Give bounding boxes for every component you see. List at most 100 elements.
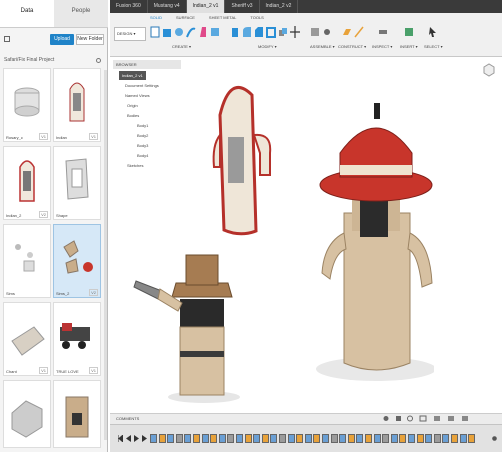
group-construct[interactable]: CONSTRUCT ▾ (338, 44, 366, 49)
offset-plane-icon[interactable] (342, 25, 352, 39)
timeline-feature-icon[interactable] (399, 434, 407, 443)
browser-item[interactable]: Body3 (137, 141, 148, 150)
combine-icon[interactable] (278, 25, 288, 39)
version-badge[interactable]: V1 (39, 367, 48, 374)
timeline-feature-icon[interactable] (330, 434, 338, 443)
timeline-feature-icon[interactable] (236, 434, 243, 443)
group-insert[interactable]: INSERT ▾ (400, 44, 418, 49)
timeline-feature-icon[interactable] (175, 434, 183, 443)
tab-tools[interactable]: TOOLS (250, 15, 264, 23)
joint-icon[interactable] (322, 25, 332, 39)
timeline-feature-icon[interactable] (270, 434, 278, 443)
new-sketch-icon[interactable] (150, 25, 160, 39)
browser-item[interactable]: Body4 (137, 151, 148, 160)
group-select[interactable]: SELECT ▾ (424, 44, 443, 49)
timeline-feature-icon[interactable] (227, 434, 235, 443)
tab-data[interactable]: Data (0, 0, 54, 27)
version-badge[interactable]: V2 (39, 211, 48, 218)
file-tile[interactable]: Indian V1 (53, 68, 101, 142)
doc-tab[interactable]: Sheriff v3 (225, 0, 260, 13)
timeline-feature-icon[interactable] (296, 434, 304, 443)
browser-item[interactable]: Bodies (127, 111, 139, 120)
upload-button[interactable]: Upload (50, 34, 74, 45)
model-cowboy[interactable] (132, 247, 250, 407)
file-tile[interactable]: Rosary_c V1 (3, 68, 51, 142)
doc-tab[interactable]: Indian_2 v2 (260, 0, 299, 13)
timeline-feature-icon[interactable] (244, 434, 252, 443)
timeline-feature-icon[interactable] (339, 434, 347, 443)
browser-title[interactable]: BROWSER (113, 60, 181, 69)
version-badge[interactable]: V1 (89, 133, 98, 140)
move-icon[interactable] (290, 25, 300, 39)
timeline-feature-icon[interactable] (382, 434, 390, 443)
doc-tab[interactable]: Mustang v4 (148, 0, 187, 13)
browser-item[interactable]: Document Settings (125, 81, 159, 90)
model-indian[interactable] (210, 75, 276, 240)
timeline-next-icon[interactable] (142, 435, 147, 442)
viewports-icon[interactable] (462, 416, 468, 421)
timeline-feature-icon[interactable] (313, 434, 321, 443)
extrude-icon[interactable] (162, 25, 172, 39)
timeline-feature-icon[interactable] (253, 434, 261, 443)
pan-icon[interactable] (396, 416, 401, 421)
grid-icon[interactable] (448, 416, 454, 421)
measure-icon[interactable] (378, 25, 388, 39)
timeline-feature-icon[interactable] (459, 434, 467, 443)
timeline-feature-icon[interactable] (287, 434, 295, 443)
timeline-feature-icon[interactable] (365, 434, 372, 443)
timeline-feature-icon[interactable] (468, 434, 476, 443)
new-component-icon[interactable] (310, 25, 320, 39)
loft-icon[interactable] (198, 25, 208, 39)
timeline-feature-icon[interactable] (373, 434, 381, 443)
doc-tab-active[interactable]: Indian_2 v1 (186, 0, 226, 13)
timeline-feature-icon[interactable] (150, 434, 157, 443)
timeline-feature-icon[interactable] (184, 434, 192, 443)
group-create[interactable]: CREATE ▾ (172, 44, 191, 49)
box-icon[interactable] (210, 25, 220, 39)
chamfer-icon[interactable] (254, 25, 264, 39)
timeline-feature-icon[interactable] (322, 434, 329, 443)
canvas-viewport[interactable]: BROWSER Indian_2 v1 Document Settings Na… (110, 57, 502, 424)
group-inspect[interactable]: INSPECT ▾ (372, 44, 392, 49)
breadcrumb-path[interactable]: Safari/Fix Final Project (4, 57, 54, 63)
sweep-icon[interactable] (186, 25, 196, 39)
data-panel-scrollbar[interactable] (104, 70, 107, 440)
fillet-icon[interactable] (242, 25, 252, 39)
version-badge[interactable]: V1 (39, 133, 48, 140)
group-modify[interactable]: MODIFY ▾ (258, 44, 277, 49)
timeline-feature-icon[interactable] (356, 434, 364, 443)
tab-people[interactable]: People (54, 0, 108, 27)
display-settings-icon[interactable] (434, 416, 440, 421)
doc-tab[interactable]: Fusion 360 (110, 0, 148, 13)
file-tile[interactable]: TRUE LOVE V1 (53, 302, 101, 376)
timeline-feature-icon[interactable] (210, 434, 218, 443)
file-tile[interactable]: Indian_2 V2 (3, 146, 51, 220)
tab-sheet-metal[interactable]: SHEET METAL (209, 15, 236, 23)
timeline-play-icon[interactable] (134, 435, 139, 442)
insert-image-icon[interactable] (404, 25, 414, 39)
model-sheriff[interactable] (314, 93, 434, 383)
timeline-feature-icon[interactable] (261, 434, 269, 443)
timeline-feature-icon[interactable] (390, 434, 398, 443)
timeline-feature-icon[interactable] (442, 434, 450, 443)
browser-item[interactable]: Body2 (137, 131, 148, 140)
timeline-feature-icon[interactable] (193, 434, 200, 443)
timeline-feature-icon[interactable] (218, 434, 226, 443)
new-folder-button[interactable]: New Folder (76, 34, 104, 45)
breadcrumb[interactable]: Safari/Fix Final Project (4, 54, 104, 66)
timeline-feature-icon[interactable] (201, 434, 209, 443)
timeline-feature-icon[interactable] (425, 434, 433, 443)
zoom-icon[interactable] (407, 415, 413, 422)
file-tile[interactable] (53, 380, 101, 448)
browser-item[interactable]: Sketches (127, 161, 143, 170)
shell-icon[interactable] (266, 25, 276, 39)
file-tile[interactable] (3, 380, 51, 448)
timeline-feature-icon[interactable] (416, 434, 424, 443)
timeline-first-icon[interactable] (118, 435, 123, 442)
timeline-track[interactable] (150, 434, 480, 443)
revolve-icon[interactable] (174, 25, 184, 39)
tab-solid[interactable]: SOLID (150, 15, 162, 23)
press-pull-icon[interactable] (230, 25, 240, 39)
file-tile[interactable]: Chant V1 (3, 302, 51, 376)
file-tile[interactable]: Shape (53, 146, 101, 220)
